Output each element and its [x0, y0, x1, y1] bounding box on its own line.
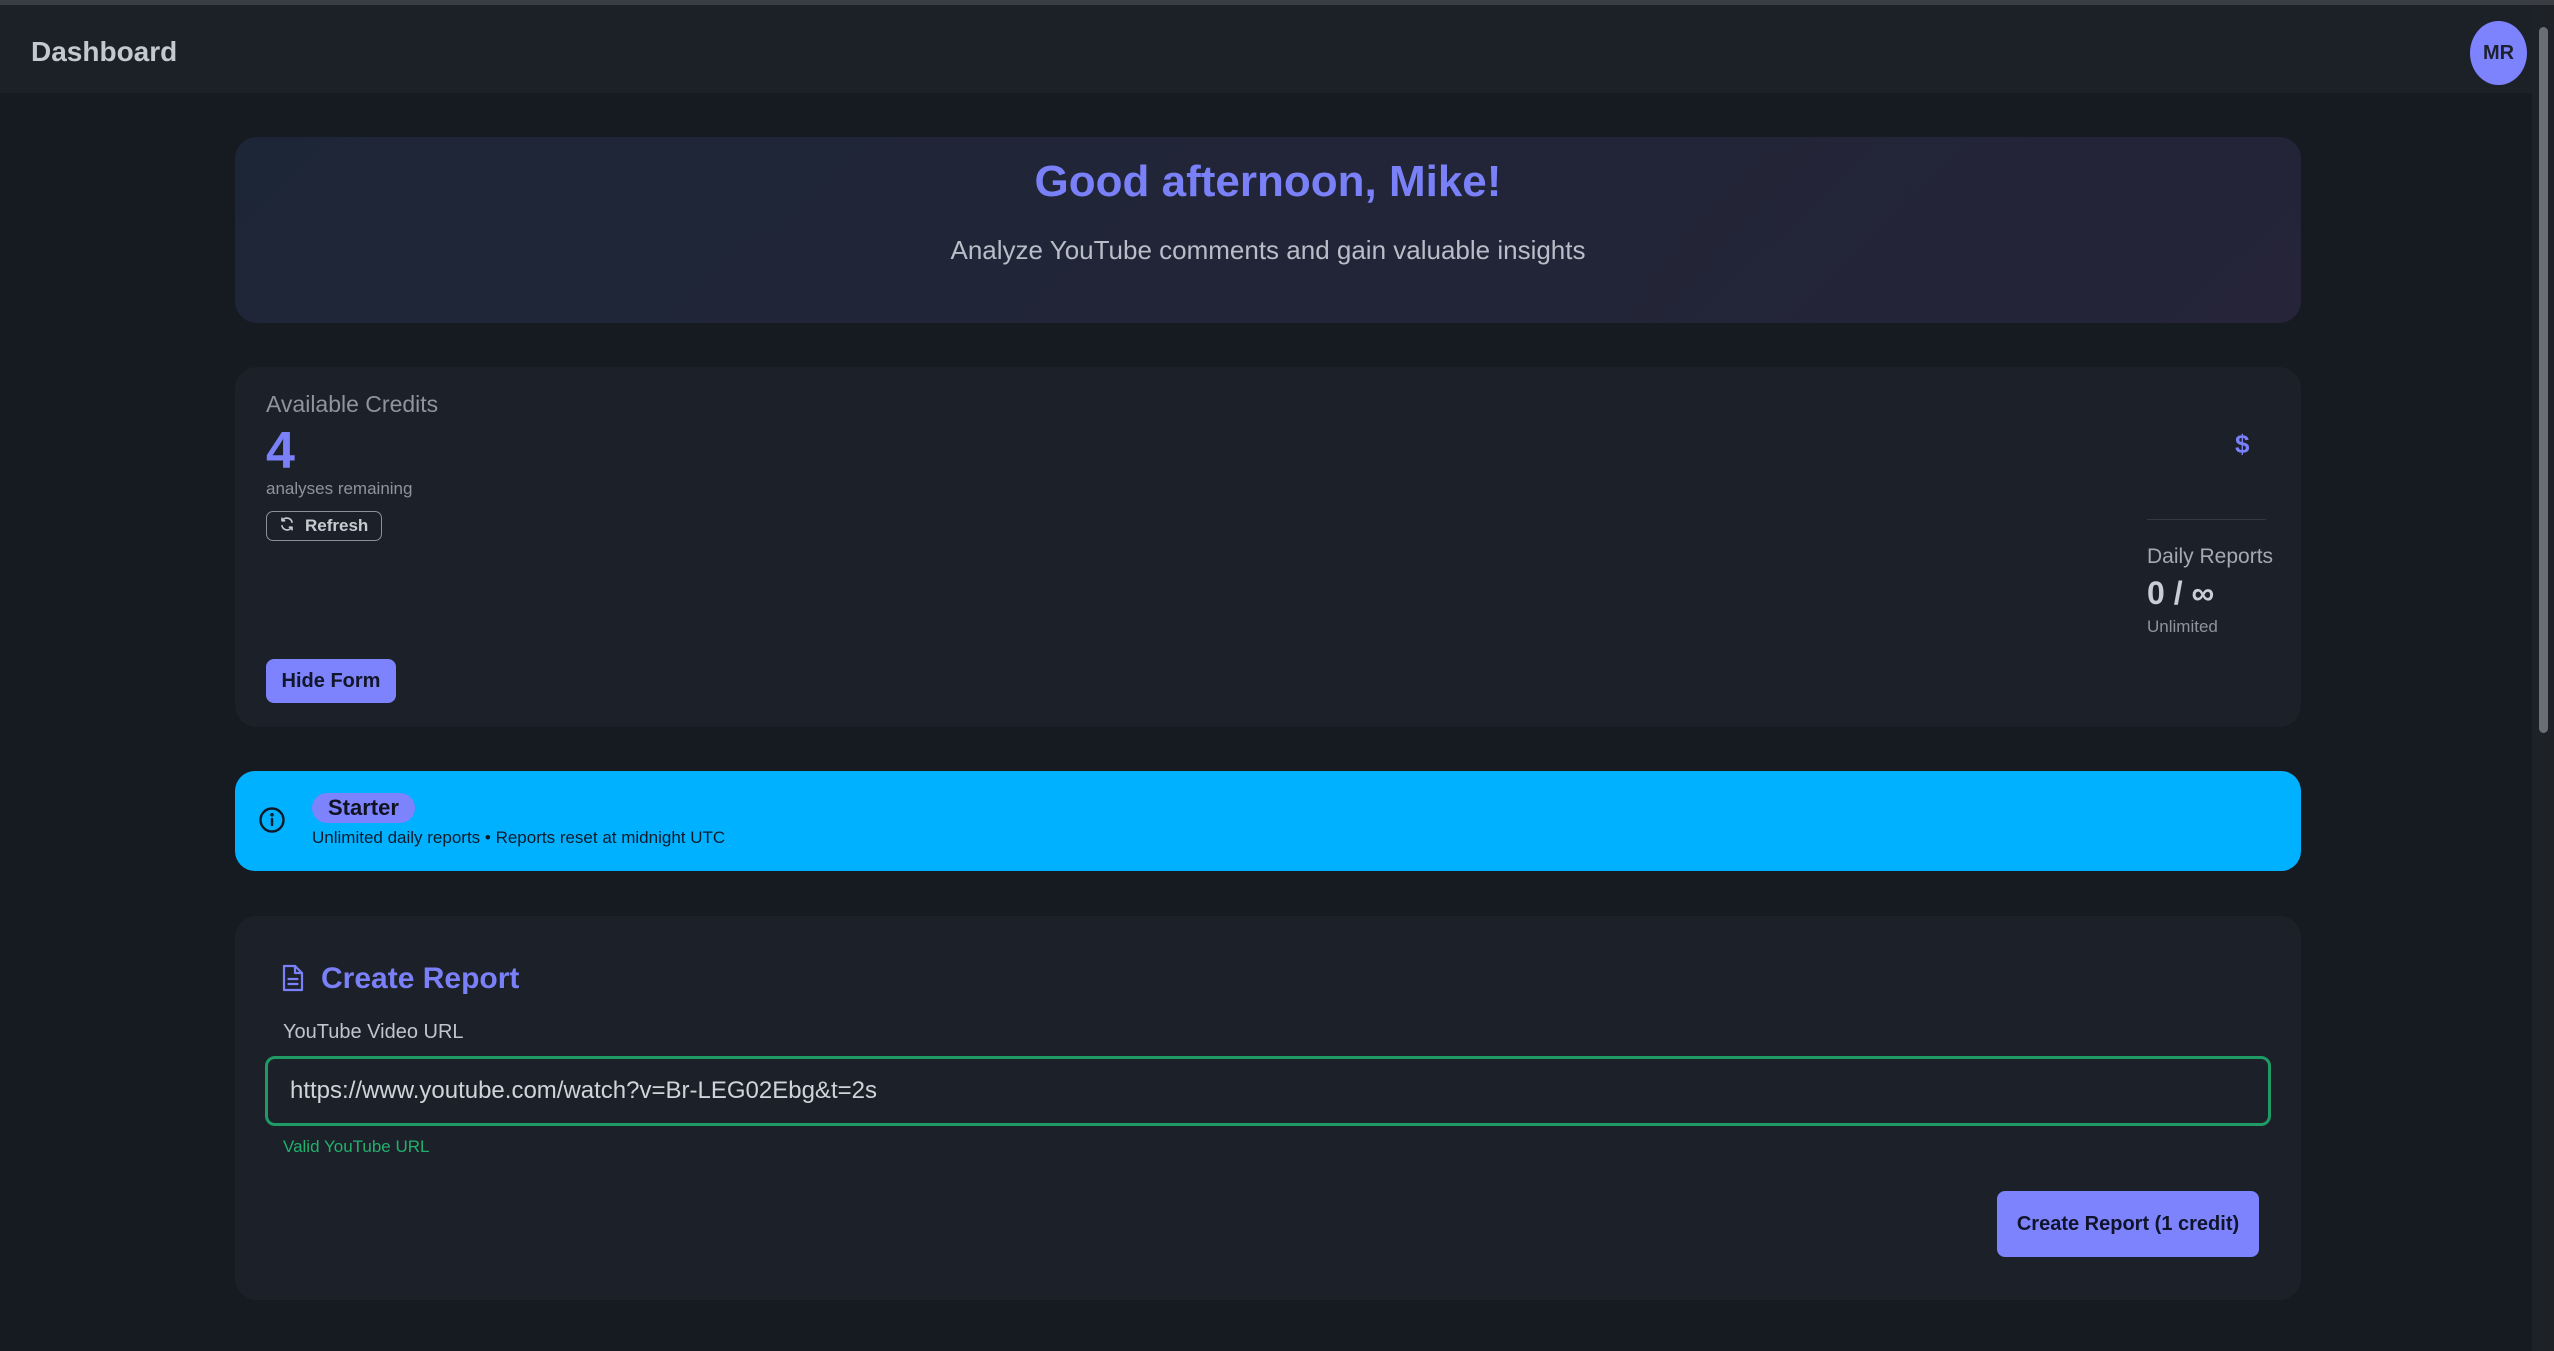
greeting-subtitle: Analyze YouTube comments and gain valuab… — [950, 235, 1586, 265]
refresh-label: Refresh — [305, 516, 369, 535]
plan-badge: Starter — [312, 793, 415, 823]
validation-message: Valid YouTube URL — [283, 1137, 430, 1156]
user-avatar[interactable]: MR — [2470, 21, 2527, 85]
credits-label: Available Credits — [266, 391, 439, 417]
refresh-button[interactable]: Refresh — [266, 511, 382, 541]
daily-reports-label: Daily Reports — [2147, 545, 2274, 568]
create-report-title: Create Report — [321, 962, 520, 995]
credits-note: analyses remaining — [266, 479, 413, 498]
create-report-card: Create Report YouTube Video URL Valid Yo… — [235, 916, 2301, 1300]
scrollbar[interactable] — [2532, 5, 2554, 1351]
credits-value: 4 — [266, 422, 295, 480]
daily-reports-value: 0 / ∞ — [2147, 575, 2215, 611]
refresh-icon — [279, 516, 295, 537]
document-icon — [280, 963, 306, 998]
plan-note: Unlimited daily reports • Reports reset … — [312, 828, 726, 847]
plan-banner: Starter Unlimited daily reports • Report… — [235, 771, 2301, 871]
dollar-icon: $ — [2235, 429, 2250, 459]
scrollbar-thumb[interactable] — [2539, 27, 2548, 733]
page-title: Dashboard — [31, 36, 178, 67]
info-icon — [257, 805, 287, 840]
greeting-title: Good afternoon, Mike! — [1034, 157, 1502, 206]
daily-reports-note: Unlimited — [2147, 617, 2218, 636]
create-report-button[interactable]: Create Report (1 credit) — [1997, 1191, 2259, 1257]
divider — [2147, 519, 2266, 520]
credits-card: Available Credits 4 analyses remaining R… — [235, 367, 2301, 727]
greeting-card: Good afternoon, Mike! Analyze YouTube co… — [235, 137, 2301, 323]
url-label: YouTube Video URL — [283, 1021, 464, 1043]
hide-form-button[interactable]: Hide Form — [266, 659, 396, 703]
youtube-url-input[interactable] — [265, 1056, 2271, 1126]
top-bar: Dashboard MR — [0, 5, 2532, 93]
